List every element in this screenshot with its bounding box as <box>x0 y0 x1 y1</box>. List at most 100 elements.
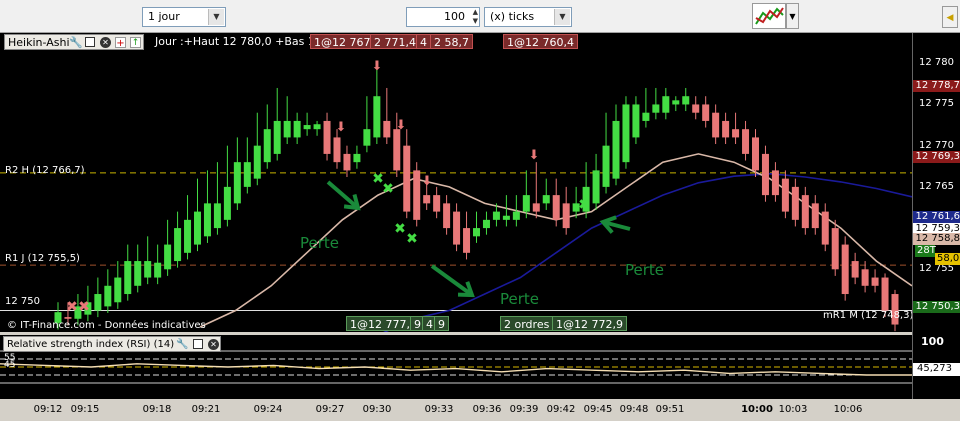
candle-body <box>453 211 461 245</box>
bottom-order-tag[interactable]: 9 <box>434 316 449 331</box>
price-tag: 12 769,3 <box>913 151 960 163</box>
price-tick-label: 12 765 <box>919 180 954 192</box>
rsi-header[interactable]: Relative strength index (RSI) (14) 🔧 ✕ <box>3 336 221 352</box>
time-tick-label: 09:30 <box>362 404 392 415</box>
candle-body <box>253 145 261 179</box>
annotation-perte: Perte <box>500 290 540 308</box>
candle-body <box>781 178 789 212</box>
main-chart[interactable]: ✖ ✖ ✖ ✖ ✖ ✖ ✖ ⬇ ⬇ ⬇ ⬇ ⬇ Heikin-Ashi 🔧 ✕ + ↑ Jour :+… <box>0 33 912 332</box>
candle-body <box>154 262 162 278</box>
candle-body <box>184 219 192 253</box>
time-tick-label: 09:48 <box>619 404 649 415</box>
time-tick-label: 09:39 <box>509 404 539 415</box>
order-tag[interactable]: 1@12 760,4 <box>503 34 578 49</box>
wrench-icon[interactable]: 🔧 <box>176 337 188 353</box>
price-tag: 58,0 <box>935 253 960 265</box>
candle-body <box>722 120 730 138</box>
period-select[interactable]: 1 jour ▼ <box>142 7 226 27</box>
trade-cross-marker: ✖ <box>382 181 394 197</box>
chevron-down-icon[interactable]: ▼ <box>208 9 224 25</box>
sell-arrow-marker: ⬇ <box>529 148 540 163</box>
candle-body <box>443 203 451 229</box>
candle-body <box>821 211 829 245</box>
indicator-title: Heikin-Ashi <box>8 36 70 49</box>
price-tag: 12 761,6 <box>913 211 960 223</box>
price-axis[interactable]: 12 78012 77512 77012 76512 76012 75512 7… <box>912 33 960 399</box>
candle-body <box>114 277 122 303</box>
rsi-panel[interactable]: Relative strength index (RSI) (14) 🔧 ✕ 5… <box>0 335 912 399</box>
candle-body <box>522 195 530 212</box>
annotation-perte: Perte <box>625 261 665 279</box>
candle-body <box>871 277 879 286</box>
time-tick-label: 09:51 <box>655 404 685 415</box>
candle-body <box>672 100 680 105</box>
window-icon[interactable] <box>85 37 95 47</box>
candle-body <box>323 120 331 154</box>
price-tag: 12 758,8 <box>913 233 960 245</box>
units-select[interactable]: (x) ticks ▼ <box>484 7 572 27</box>
count-input[interactable]: 100 ▲ ▼ <box>406 7 480 27</box>
candle-body <box>144 261 152 278</box>
chart-type-dropdown[interactable]: ▼ <box>786 3 799 29</box>
candle-body <box>413 170 421 220</box>
candle-body <box>851 261 859 278</box>
order-tag[interactable]: 2 58,7 <box>430 34 473 49</box>
candle-body <box>562 203 570 229</box>
time-tick-label: 09:42 <box>546 404 576 415</box>
axis-corner <box>912 399 960 421</box>
candle-body <box>433 195 441 212</box>
bottom-order-tag[interactable]: 1@12 772,9 <box>552 316 627 331</box>
level-label-r2: R2 H (12 766,7) <box>5 165 85 176</box>
candle-body <box>423 195 431 204</box>
price-tick-label: 12 770 <box>919 139 954 151</box>
candle-body <box>592 170 600 204</box>
candle-body <box>502 215 510 220</box>
price-tick-label: 12 780 <box>919 57 954 69</box>
candle-body <box>771 170 779 196</box>
price-tag: 28T <box>915 245 936 257</box>
trade-cross-marker: ✖ <box>406 231 418 247</box>
window-icon[interactable] <box>193 339 203 349</box>
bottom-order-tag[interactable]: 2 ordres <box>500 316 554 331</box>
candle-body <box>791 186 799 220</box>
candle-body <box>313 124 321 130</box>
copyright: © IT-Finance.com - Données indicatives <box>7 320 206 331</box>
time-tick-label: 09:45 <box>583 404 613 415</box>
candle-body <box>393 129 401 171</box>
candle-body <box>512 211 520 220</box>
collapse-icon[interactable]: ◀ <box>942 6 958 28</box>
sell-arrow-marker: ⬇ <box>396 118 407 133</box>
chevron-down-icon[interactable]: ▼ <box>554 9 570 25</box>
close-icon[interactable]: ✕ <box>100 37 111 48</box>
candle-body <box>861 269 869 286</box>
order-tag[interactable]: 2 771,4 <box>370 34 420 49</box>
order-tag[interactable]: 4 <box>416 34 431 49</box>
wrench-icon[interactable]: 🔧 <box>69 35 83 51</box>
chart-type-icon <box>755 7 784 25</box>
time-tick-label: 09:36 <box>472 404 502 415</box>
arrow-up-icon[interactable]: ↑ <box>130 37 141 48</box>
time-tick-label: 10:00 <box>741 404 773 415</box>
candle-body <box>403 145 411 212</box>
candle-body <box>273 120 281 154</box>
candle-body <box>94 294 102 311</box>
candle-body <box>622 104 630 163</box>
indicator-header[interactable]: Heikin-Ashi 🔧 ✕ + ↑ <box>4 34 144 50</box>
add-icon[interactable]: + <box>115 37 126 49</box>
chart-type-button[interactable] <box>752 3 786 29</box>
candle-body <box>203 203 211 237</box>
candle-body <box>811 203 819 229</box>
level-label-r1: R1 J (12 755,5) <box>5 253 80 264</box>
candle-body <box>174 228 182 262</box>
candle-body <box>662 96 670 113</box>
price-tag: 12 750,3 <box>913 301 960 313</box>
spinner-icon[interactable]: ▲ ▼ <box>473 8 478 26</box>
time-tick-label: 09:12 <box>33 404 63 415</box>
candle-body <box>632 104 640 138</box>
time-tick-label: 09:18 <box>142 404 172 415</box>
candle-body <box>652 104 660 113</box>
close-icon[interactable]: ✕ <box>208 339 219 350</box>
candle-body <box>263 129 271 163</box>
time-axis[interactable]: 09:12 09:15 09:18 09:21 09:24 09:27 09:30 09:33… <box>0 399 912 421</box>
candle-body <box>602 145 610 187</box>
